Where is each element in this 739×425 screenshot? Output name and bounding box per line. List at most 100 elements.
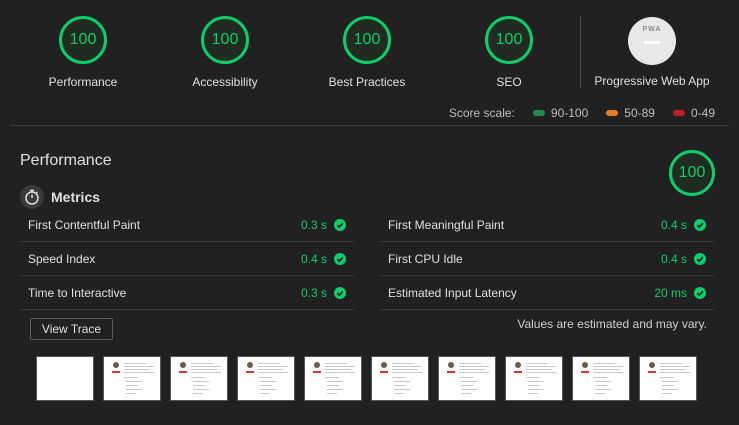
thumbnail-text-line	[526, 366, 556, 367]
score-scale-average: 50-89	[606, 106, 655, 120]
metric-name: First Contentful Paint	[28, 217, 141, 232]
gauge-performance[interactable]: 100 Performance	[8, 16, 158, 89]
thumbnail-accent	[179, 371, 187, 373]
view-trace-button[interactable]: View Trace	[30, 318, 113, 340]
metric-name: Time to Interactive	[28, 285, 127, 300]
metric-first-meaningful-paint: First Meaningful Paint 0.4 s	[380, 208, 714, 242]
metric-estimated-input-latency: Estimated Input Latency 20 ms	[380, 276, 714, 310]
gauge-score: 100	[59, 16, 107, 64]
thumbnail-text-line	[327, 381, 343, 382]
thumbnail-text-line	[191, 366, 221, 367]
score-scale-pass: 90-100	[532, 106, 588, 120]
thumbnail-text-line	[124, 377, 138, 378]
thumbnail-text-line	[327, 385, 339, 386]
filmstrip-frame	[438, 356, 496, 401]
thumbnail-accent	[246, 371, 254, 373]
thumbnail-text-line	[392, 369, 418, 370]
thumbnail-text-line	[392, 377, 406, 378]
thumbnail-text-line	[528, 385, 540, 386]
thumbnail-text-line	[595, 393, 605, 394]
metrics-header: Metrics	[20, 185, 100, 209]
pass-check-icon	[694, 218, 706, 231]
filmstrip-frame-blank	[36, 356, 94, 401]
thumbnail-accent	[648, 371, 656, 373]
metric-value: 0.4 s	[300, 251, 327, 266]
thumbnail-accent	[313, 371, 321, 373]
thumbnail-text-line	[394, 393, 404, 394]
score-gauges: 100 Performance 100 Accessibility 100 Be…	[0, 0, 739, 100]
thumbnail-text-line	[526, 372, 556, 373]
metric-speed-index: Speed Index 0.4 s	[20, 242, 354, 276]
thumbnail-text-line	[260, 381, 276, 382]
thumbnail-text-line	[528, 393, 538, 394]
thumbnail-text-line	[327, 389, 343, 390]
thumbnail-text-line	[528, 381, 544, 382]
thumbnail-text-line	[325, 377, 339, 378]
thumbnail-text-line	[595, 385, 607, 386]
thumbnail-accent	[380, 371, 388, 373]
thumbnail-accent	[447, 371, 455, 373]
thumbnail-text-line	[126, 381, 142, 382]
thumbnail-text-line	[459, 363, 481, 364]
filmstrip-frame	[304, 356, 362, 401]
thumbnail-text-line	[593, 363, 615, 364]
thumbnail-accent	[112, 371, 120, 373]
metric-name: Speed Index	[28, 251, 96, 266]
gauge-label: SEO	[496, 75, 522, 89]
category-gauge: 100	[669, 150, 715, 196]
estimate-note: Values are estimated and may vary.	[517, 317, 707, 331]
gauge-accessibility[interactable]: 100 Accessibility	[150, 16, 300, 89]
metric-value: 0.3 s	[300, 285, 327, 300]
thumbnail-text-line	[392, 366, 422, 367]
gauge-best-practices[interactable]: 100 Best Practices	[292, 16, 442, 89]
thumbnail-text-line	[325, 369, 351, 370]
thumbnail-text-line	[193, 393, 203, 394]
thumbnail-text-line	[461, 385, 473, 386]
thumbnail-text-line	[595, 381, 611, 382]
filmstrip-frame	[371, 356, 429, 401]
thumbnail-text-line	[662, 389, 678, 390]
thumbnail-text-line	[461, 381, 477, 382]
thumbnail-text-line	[260, 389, 276, 390]
filmstrip-frame	[103, 356, 161, 401]
thumbnail-text-line	[191, 363, 213, 364]
metric-value: 20 ms	[654, 285, 687, 300]
metric-time-to-interactive: Time to Interactive 0.3 s	[20, 276, 354, 310]
gauge-score: 100	[343, 16, 391, 64]
pass-check-icon	[334, 218, 346, 231]
thumbnail-text-line	[260, 385, 272, 386]
thumbnail-text-line	[124, 369, 150, 370]
thumbnail-text-line	[258, 366, 288, 367]
thumbnail-text-line	[126, 393, 136, 394]
thumbnail-text-line	[459, 377, 473, 378]
score-scale-range: 50-89	[624, 106, 655, 120]
score-scale-label: Score scale:	[448, 106, 515, 120]
gauge-seo[interactable]: 100 SEO	[434, 16, 584, 89]
thumbnail-accent	[581, 371, 589, 373]
filmstrip-frame	[639, 356, 697, 401]
thumbnail-text-line	[258, 369, 284, 370]
thumbnail-avatar	[515, 362, 521, 368]
thumbnail-text-line	[593, 366, 623, 367]
filmstrip-frame	[505, 356, 563, 401]
metric-value: 0.4 s	[660, 251, 687, 266]
thumbnail-text-line	[327, 393, 337, 394]
thumbnail-text-line	[191, 372, 221, 373]
thumbnail-text-line	[258, 363, 280, 364]
thumbnail-text-line	[325, 366, 355, 367]
metric-first-contentful-paint: First Contentful Paint 0.3 s	[20, 208, 354, 242]
filmstrip-frame	[170, 356, 228, 401]
thumbnail-text-line	[191, 377, 205, 378]
thumbnail-text-line	[660, 369, 686, 370]
thumbnail-accent	[514, 371, 522, 373]
thumbnail-text-line	[526, 363, 548, 364]
thumbnail-text-line	[124, 363, 146, 364]
metrics-right-column: First Meaningful Paint 0.4 s First CPU I…	[380, 208, 714, 310]
thumbnail-text-line	[325, 372, 355, 373]
metric-value: 0.4 s	[660, 217, 687, 232]
thumbnail-avatar	[649, 362, 655, 368]
gauge-pwa[interactable]: PWA Progressive Web App	[577, 17, 727, 88]
metric-name: First CPU Idle	[388, 251, 463, 266]
thumbnail-text-line	[193, 385, 205, 386]
pass-swatch-icon	[532, 110, 545, 116]
